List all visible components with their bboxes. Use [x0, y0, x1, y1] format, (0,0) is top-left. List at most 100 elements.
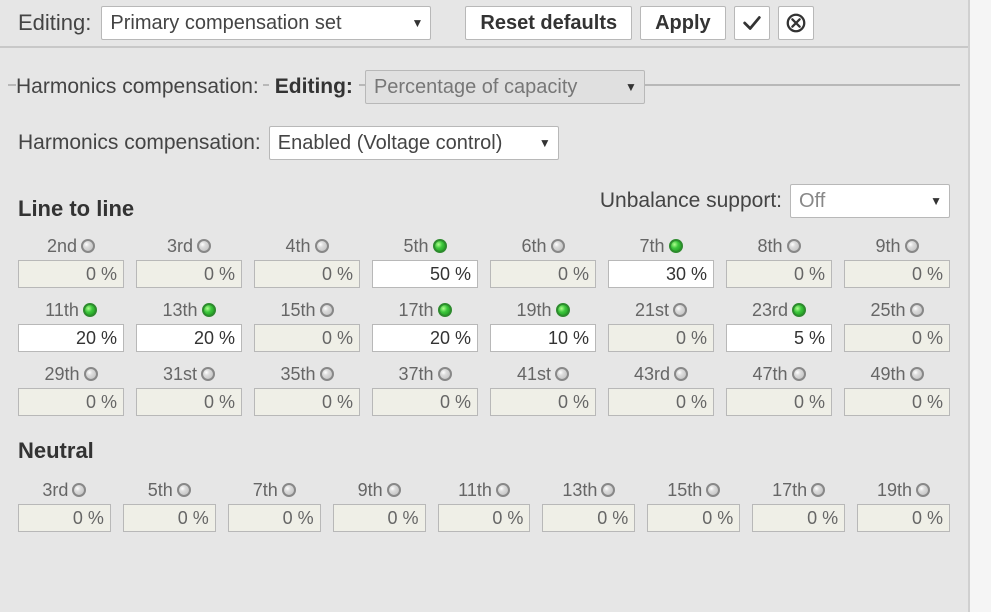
ltl-harmonic-37th: 37th [372, 362, 478, 416]
harmonic-label: 19th [490, 298, 596, 322]
harmonic-value-input[interactable] [608, 260, 714, 288]
harmonic-value-input[interactable] [490, 260, 596, 288]
ltl-harmonic-43rd: 43rd [608, 362, 714, 416]
harmonic-label: 5th [372, 234, 478, 258]
harmonic-value-input[interactable] [136, 324, 242, 352]
harmonic-label: 9th [844, 234, 950, 258]
status-led-icon [792, 303, 806, 317]
harmonic-value-input[interactable] [726, 324, 832, 352]
cancel-button[interactable] [778, 6, 814, 40]
harmonic-value-input[interactable] [608, 388, 714, 416]
capacity-mode-select-wrap: Percentage of capacity [365, 70, 645, 104]
ltl-harmonic-11th: 11th [18, 298, 124, 352]
harmonic-value-input[interactable] [372, 388, 478, 416]
harmonic-value-input[interactable] [844, 324, 950, 352]
status-led-icon [387, 483, 401, 497]
harmonic-label: 2nd [18, 234, 124, 258]
harmonic-value-input[interactable] [438, 504, 531, 532]
harmonic-value-input[interactable] [123, 504, 216, 532]
harmonic-label: 29th [18, 362, 124, 386]
ltl-harmonic-8th: 8th [726, 234, 832, 288]
harmonics-comp-label: Harmonics compensation: [18, 131, 261, 155]
ltl-harmonic-35th: 35th [254, 362, 360, 416]
harmonic-value-input[interactable] [542, 504, 635, 532]
harmonic-value-input[interactable] [372, 260, 478, 288]
status-led-icon [177, 483, 191, 497]
harmonic-value-input[interactable] [844, 388, 950, 416]
harmonic-value-input[interactable] [857, 504, 950, 532]
ltl-harmonic-31st: 31st [136, 362, 242, 416]
harmonic-label: 19th [857, 478, 950, 502]
harmonic-label: 25th [844, 298, 950, 322]
ltl-harmonic-47th: 47th [726, 362, 832, 416]
harmonic-value-input[interactable] [490, 324, 596, 352]
harmonic-label: 7th [228, 478, 321, 502]
harmonic-value-input[interactable] [752, 504, 845, 532]
harmonic-value-input[interactable] [372, 324, 478, 352]
status-led-icon [83, 303, 97, 317]
status-led-icon [197, 239, 211, 253]
fieldset-title: Harmonics compensation: [16, 75, 263, 99]
harmonic-label: 17th [752, 478, 845, 502]
status-led-icon [910, 303, 924, 317]
harmonic-value-input[interactable] [726, 388, 832, 416]
harmonic-value-input[interactable] [647, 504, 740, 532]
harmonic-value-input[interactable] [254, 388, 360, 416]
unbalance-support-select[interactable]: Off [790, 184, 950, 218]
harmonic-value-input[interactable] [136, 260, 242, 288]
neutral-harmonic-11th: 11th [438, 478, 531, 532]
harmonic-value-input[interactable] [254, 260, 360, 288]
harmonic-value-input[interactable] [18, 388, 124, 416]
harmonic-label: 23rd [726, 298, 832, 322]
harmonic-label: 49th [844, 362, 950, 386]
check-icon [741, 12, 763, 34]
harmonic-label: 11th [438, 478, 531, 502]
status-led-icon [916, 483, 930, 497]
ltl-harmonic-3rd: 3rd [136, 234, 242, 288]
status-led-icon [792, 367, 806, 381]
status-led-icon [706, 483, 720, 497]
harmonic-label: 13th [136, 298, 242, 322]
status-led-icon [282, 483, 296, 497]
harmonic-label: 8th [726, 234, 832, 258]
harmonic-value-input[interactable] [18, 504, 111, 532]
ltl-harmonic-17th: 17th [372, 298, 478, 352]
neutral-title: Neutral [18, 438, 950, 464]
harmonics-comp-select[interactable]: Enabled (Voltage control) [269, 126, 559, 160]
harmonic-label: 9th [333, 478, 426, 502]
harmonic-value-input[interactable] [136, 388, 242, 416]
harmonic-label: 15th [647, 478, 740, 502]
harmonic-value-input[interactable] [254, 324, 360, 352]
status-led-icon [811, 483, 825, 497]
apply-button[interactable]: Apply [640, 6, 726, 40]
harmonic-label: 5th [123, 478, 216, 502]
ltl-harmonic-41st: 41st [490, 362, 596, 416]
harmonic-value-input[interactable] [844, 260, 950, 288]
harmonic-value-input[interactable] [726, 260, 832, 288]
compensation-set-select[interactable]: Primary compensation set [101, 6, 431, 40]
fieldset-editing-label: Editing: [269, 75, 359, 99]
status-led-icon [81, 239, 95, 253]
status-led-icon [201, 367, 215, 381]
confirm-button[interactable] [734, 6, 770, 40]
harmonic-value-input[interactable] [18, 324, 124, 352]
neutral-harmonic-19th: 19th [857, 478, 950, 532]
harmonic-value-input[interactable] [228, 504, 321, 532]
capacity-mode-select[interactable]: Percentage of capacity [365, 70, 645, 104]
fieldset-legend: Harmonics compensation: Editing: Percent… [16, 70, 952, 104]
harmonic-value-input[interactable] [333, 504, 426, 532]
line-to-line-title: Line to line [18, 196, 134, 222]
status-led-icon [905, 239, 919, 253]
harmonic-value-input[interactable] [608, 324, 714, 352]
ltl-harmonic-2nd: 2nd [18, 234, 124, 288]
unbalance-support-row: Unbalance support: Off [600, 184, 950, 218]
neutral-harmonic-7th: 7th [228, 478, 321, 532]
status-led-icon [433, 239, 447, 253]
harmonic-value-input[interactable] [18, 260, 124, 288]
settings-panel: Editing: Primary compensation set Reset … [0, 0, 970, 612]
reset-defaults-button[interactable]: Reset defaults [465, 6, 632, 40]
ltl-harmonic-7th: 7th [608, 234, 714, 288]
harmonic-label: 21st [608, 298, 714, 322]
harmonic-value-input[interactable] [490, 388, 596, 416]
harmonic-label: 37th [372, 362, 478, 386]
